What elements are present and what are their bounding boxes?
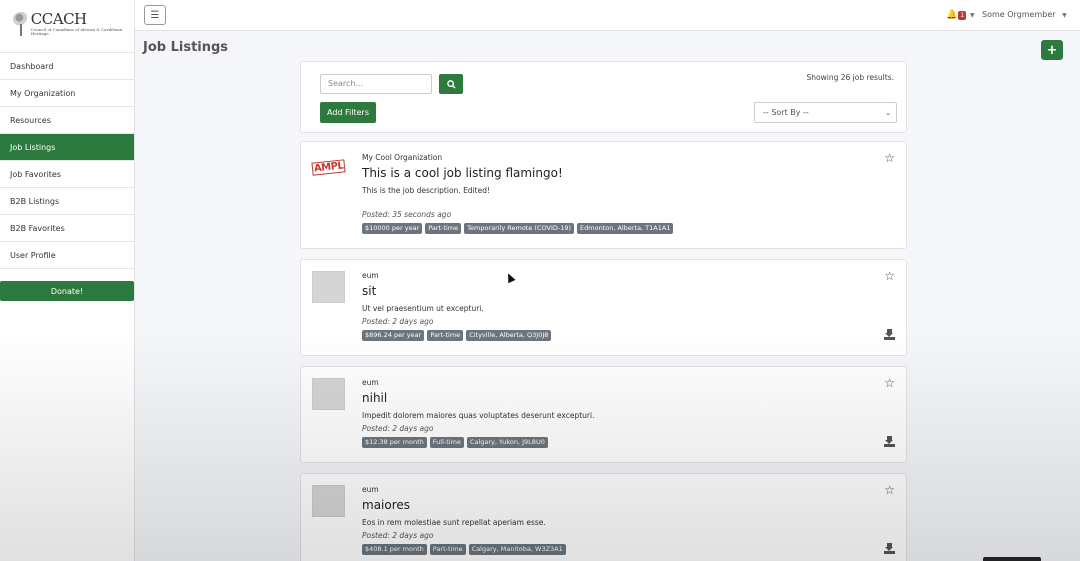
job-listing-card[interactable]: eum nihil Impedit dolorem maiores quas v… [300, 366, 907, 463]
tag-location: Calgary, Yukon, J9L8U0 [466, 437, 548, 448]
notifications-dropdown[interactable]: 🔔 1 ▼ [946, 10, 975, 20]
sidebar-item-job-favorites[interactable]: Job Favorites [0, 161, 134, 188]
sidebar-item-dashboard[interactable]: Dashboard [0, 53, 134, 80]
listing-title[interactable]: This is a cool job listing flamingo! [362, 166, 563, 180]
toast-edge [983, 557, 1041, 561]
download-icon[interactable] [884, 543, 895, 554]
sidebar-item-b2b-listings[interactable]: B2B Listings [0, 188, 134, 215]
add-filters-button[interactable]: Add Filters [320, 102, 376, 123]
sort-select-value: -- Sort By -- [763, 108, 809, 117]
search-panel: Search... Showing 26 job results. Add Fi… [300, 61, 907, 133]
search-icon [446, 79, 456, 89]
tag-location: Edmonton, Alberta, T1A1A1 [577, 223, 674, 234]
job-listing-card[interactable]: AMPL My Cool Organization This is a cool… [300, 141, 907, 249]
tag-location: Cityville, Alberta, Q3J0J8 [466, 330, 552, 341]
sidebar: CCACH Council of Canadians of African & … [0, 0, 135, 561]
job-listing-card[interactable]: eum maiores Eos in rem molestiae sunt re… [300, 473, 907, 561]
listing-posted: Posted: 35 seconds ago [362, 210, 452, 219]
listing-posted: Posted: 2 days ago [362, 424, 434, 433]
listing-description: Impedit dolorem maiores quas voluptates … [362, 411, 595, 420]
listing-posted: Posted: 2 days ago [362, 531, 434, 540]
favorite-star-icon[interactable]: ☆ [884, 483, 895, 497]
job-listing-card[interactable]: eum sit Ut vel praesentium ut excepturi.… [300, 259, 907, 356]
tag-salary: $12.38 per month [362, 437, 427, 448]
favorite-star-icon[interactable]: ☆ [884, 269, 895, 283]
tree-logo-icon [12, 12, 29, 36]
sidebar-item-user-profile[interactable]: User Profile [0, 242, 134, 269]
listing-description: Eos in rem molestiae sunt repellat aperi… [362, 518, 546, 527]
tag-salary: $408.1 per month [362, 544, 427, 555]
sidebar-item-resources[interactable]: Resources [0, 107, 134, 134]
listing-description: This is the job description. Edited! [362, 186, 490, 195]
sort-select[interactable]: -- Sort By -- ⌄ [754, 102, 897, 123]
sidebar-item-job-listings[interactable]: Job Listings [0, 134, 134, 161]
hamburger-icon: ☰ [150, 9, 160, 21]
user-name: Some Orgmember [982, 10, 1056, 19]
user-menu[interactable]: Some Orgmember ▼ [982, 10, 1067, 19]
listing-thumbnail [312, 378, 345, 410]
logo-subtitle: Council of Canadians of African & Caribb… [30, 26, 123, 36]
listing-org: My Cool Organization [362, 153, 443, 162]
listing-org: eum [362, 485, 379, 494]
favorite-star-icon[interactable]: ☆ [884, 151, 895, 165]
listing-tags: $896.24 per year Part-time Cityville, Al… [362, 330, 552, 341]
tag-remote: Temporarily Remote (COVID-19) [464, 223, 575, 234]
listing-tags: $12.38 per month Full-time Calgary, Yuko… [362, 437, 548, 448]
logo-brand: CCACH [30, 9, 87, 28]
topbar: ☰ 🔔 1 ▼ Some Orgmember ▼ [135, 0, 1080, 31]
download-icon[interactable] [884, 436, 895, 447]
listing-title[interactable]: maiores [362, 498, 410, 512]
sidebar-item-my-organization[interactable]: My Organization [0, 80, 134, 107]
donate-button[interactable]: Donate! [0, 281, 134, 301]
tag-location: Calgary, Manitoba, W3Z3A1 [468, 544, 566, 555]
sidebar-nav: Dashboard My Organization Resources Job … [0, 52, 134, 269]
listing-title[interactable]: sit [362, 284, 376, 298]
search-input[interactable]: Search... [320, 74, 432, 94]
caret-down-icon: ▼ [1062, 12, 1067, 19]
chevron-down-icon: ⌄ [885, 108, 891, 117]
thumbnail-sample-text: AMPL [311, 159, 346, 176]
listing-posted: Posted: 2 days ago [362, 317, 434, 326]
tag-employment-type: Part-time [425, 223, 462, 234]
tag-employment-type: Full-time [429, 437, 464, 448]
listing-thumbnail [312, 271, 345, 303]
listing-thumbnail [312, 485, 345, 517]
tag-salary: $10000 per year [362, 223, 423, 234]
tag-employment-type: Part-time [427, 330, 464, 341]
menu-toggle-button[interactable]: ☰ [144, 5, 166, 25]
search-button[interactable] [439, 74, 463, 94]
listing-org: eum [362, 271, 379, 280]
listing-thumbnail: AMPL [311, 153, 346, 185]
add-listing-button[interactable]: + [1041, 40, 1063, 60]
listing-description: Ut vel praesentium ut excepturi. [362, 304, 484, 313]
caret-down-icon: ▼ [970, 11, 975, 19]
download-icon[interactable] [884, 329, 895, 340]
listing-tags: $408.1 per month Part-time Calgary, Mani… [362, 544, 566, 555]
tag-salary: $896.24 per year [362, 330, 425, 341]
favorite-star-icon[interactable]: ☆ [884, 376, 895, 390]
logo[interactable]: CCACH Council of Canadians of African & … [0, 0, 134, 48]
bell-icon: 🔔 [946, 10, 958, 20]
page-title: Job Listings [143, 40, 229, 55]
listing-tags: $10000 per year Part-time Temporarily Re… [362, 223, 674, 234]
listing-org: eum [362, 378, 379, 387]
notification-badge: 1 [958, 10, 967, 20]
sidebar-item-b2b-favorites[interactable]: B2B Favorites [0, 215, 134, 242]
listing-title[interactable]: nihil [362, 391, 387, 405]
tag-employment-type: Part-time [429, 544, 466, 555]
results-count: Showing 26 job results. [806, 73, 894, 82]
